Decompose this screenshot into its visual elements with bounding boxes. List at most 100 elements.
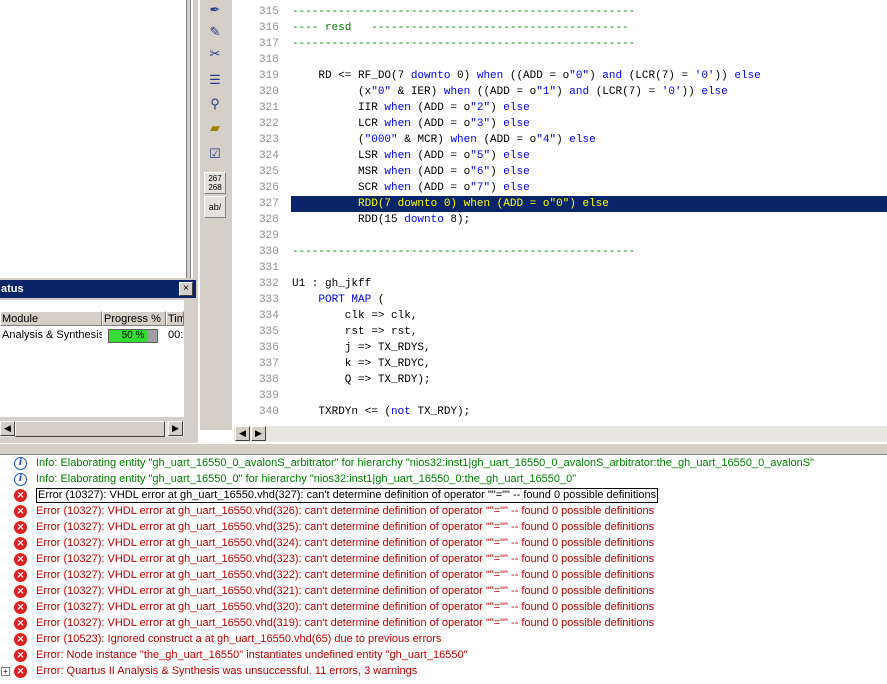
code-line[interactable]: 322 LCR when (ADD = o"3") else: [234, 116, 887, 132]
code-line[interactable]: 336 j => TX_RDYS,: [234, 340, 887, 356]
code-text: ("000" & MCR) when (ADD = o"4") else: [292, 134, 596, 146]
pane-splitter[interactable]: [190, 0, 193, 278]
tools-icon[interactable]: ✂: [204, 44, 226, 64]
code-line[interactable]: 323 ("000" & MCR) when (ADD = o"4") else: [234, 132, 887, 148]
info-message[interactable]: i Info: Elaborating entity "gh_uart_16550…: [0, 455, 887, 471]
status-time-cell: 00:: [168, 329, 184, 341]
error-icon: ✕: [14, 649, 27, 662]
code-line[interactable]: 316 ---- resd ---------------------------…: [234, 20, 887, 36]
code-line[interactable]: 337 k => TX_RDYC,: [234, 356, 887, 372]
error-message[interactable]: ✕ Error (10327): VHDL error at gh_uart_16…: [0, 487, 887, 503]
wrench-icon[interactable]: ✎: [204, 22, 226, 42]
scroll-thumb[interactable]: [15, 421, 165, 437]
code-line[interactable]: 321 IIR when (ADD = o"2") else: [234, 100, 887, 116]
code-line[interactable]: 326 SCR when (ADD = o"7") else: [234, 180, 887, 196]
code-line[interactable]: 320 (x"0" & IER) when ((ADD = o"1") and …: [234, 84, 887, 100]
error-icon: ✕: [14, 665, 27, 678]
message-text: Error (10327): VHDL error at gh_uart_165…: [36, 585, 655, 597]
error-message[interactable]: ✕ Error (10327): VHDL error at gh_uart_16…: [0, 583, 887, 599]
line-number: 331: [259, 262, 279, 274]
code-line[interactable]: 340 TXRDYn <= (not TX_RDY);: [234, 404, 887, 420]
column-header-module[interactable]: Module: [0, 311, 102, 326]
messages-window: i Info: Elaborating entity "gh_uart_16550…: [0, 455, 887, 684]
message-text: Error (10327): VHDL error at gh_uart_165…: [36, 505, 655, 517]
line-number: 340: [259, 406, 279, 418]
error-message[interactable]: ✕ Error (10327): VHDL error at gh_uart_16…: [0, 551, 887, 567]
code-text: j => TX_RDYS,: [292, 342, 431, 354]
column-header-progress[interactable]: Progress %: [102, 311, 166, 326]
error-message[interactable]: ✕ Error (10327): VHDL error at gh_uart_16…: [0, 615, 887, 631]
error-icon: ✕: [14, 537, 27, 550]
error-message[interactable]: ✕ Error (10327): VHDL error at gh_uart_16…: [0, 535, 887, 551]
line-numbers-button[interactable]: 267 268: [204, 172, 226, 194]
info-icon: i: [14, 457, 27, 470]
code-line[interactable]: 318: [234, 52, 887, 68]
code-text: RDD(7 downto 0) when (ADD = o"0") else: [292, 198, 609, 210]
code-line[interactable]: 324 LSR when (ADD = o"5") else: [234, 148, 887, 164]
scroll-right-icon[interactable]: ▶: [251, 426, 266, 441]
code-line[interactable]: 333 PORT MAP (: [234, 292, 887, 308]
code-line[interactable]: 334 clk => clk,: [234, 308, 887, 324]
code-line[interactable]: 331: [234, 260, 887, 276]
code-line[interactable]: 315 -------------------------------------…: [234, 4, 887, 20]
find-icon[interactable]: ✒: [204, 0, 226, 20]
indent-icon[interactable]: ☰: [204, 70, 226, 90]
error-message[interactable]: ✕ Error (10327): VHDL error at gh_uart_16…: [0, 503, 887, 519]
error-message[interactable]: + ✕ Error: Quartus II Analysis & Synthesis…: [0, 663, 887, 679]
attach-icon[interactable]: ⚲: [204, 94, 226, 114]
line-number: 336: [259, 342, 279, 354]
info-icon: i: [14, 473, 27, 486]
code-line[interactable]: 330 -------------------------------------…: [234, 244, 887, 260]
close-icon[interactable]: ×: [179, 282, 193, 296]
line-number: 322: [259, 118, 279, 130]
error-message[interactable]: ✕ Error (10523): Ignored construct a at g…: [0, 631, 887, 647]
code-line[interactable]: 329: [234, 228, 887, 244]
column-header-time[interactable]: Tim: [166, 311, 184, 326]
code-line[interactable]: 327 RDD(7 downto 0) when (ADD = o"0") el…: [234, 196, 887, 212]
error-message[interactable]: ✕ Error (10327): VHDL error at gh_uart_16…: [0, 567, 887, 583]
error-message[interactable]: ✕ Error (10327): VHDL error at gh_uart_16…: [0, 519, 887, 535]
error-icon: ✕: [14, 505, 27, 518]
code-line[interactable]: 325 MSR when (ADD = o"6") else: [234, 164, 887, 180]
error-message[interactable]: ✕ Error: Node instance "the_gh_uart_16550…: [0, 647, 887, 663]
line-number: 338: [259, 374, 279, 386]
line-number: 324: [259, 150, 279, 162]
code-text: ----------------------------------------…: [292, 38, 636, 50]
messages-splitter[interactable]: [0, 443, 887, 455]
code-text: (x"0" & IER) when ((ADD = o"1") and (LCR…: [292, 86, 728, 98]
expand-icon[interactable]: +: [1, 667, 10, 676]
find-replace-button[interactable]: ab/: [204, 196, 226, 218]
code-line[interactable]: 332 U1 : gh_jkff: [234, 276, 887, 292]
code-text: LCR when (ADD = o"3") else: [292, 118, 530, 130]
checklist-icon[interactable]: ☑: [204, 144, 226, 164]
left-pane: atus × Module Progress % Tim Analysis & …: [0, 0, 198, 455]
message-text: Info: Elaborating entity "gh_uart_16550_…: [36, 473, 577, 485]
status-horizontal-scrollbar[interactable]: ◀ ▶: [0, 421, 184, 437]
code-line[interactable]: 335 rst => rst,: [234, 324, 887, 340]
info-message[interactable]: i Info: Elaborating entity "gh_uart_16550…: [0, 471, 887, 487]
code-line[interactable]: 328 RDD(15 downto 8);: [234, 212, 887, 228]
bookmark-icon[interactable]: ▰: [204, 118, 226, 138]
code-line[interactable]: 338 Q => TX_RDY);: [234, 372, 887, 388]
error-icon: ✕: [14, 569, 27, 582]
code-text: RDD(15 downto 8);: [292, 214, 471, 226]
editor-horizontal-scrollbar[interactable]: ◀ ▶: [234, 426, 887, 442]
code-line[interactable]: 339: [234, 388, 887, 404]
code-editor[interactable]: 315 -------------------------------------…: [234, 0, 887, 425]
line-number: 320: [259, 86, 279, 98]
error-message[interactable]: ✕ Error (10327): VHDL error at gh_uart_16…: [0, 599, 887, 615]
status-window: atus × Module Progress % Tim Analysis & …: [0, 280, 196, 440]
code-line[interactable]: 319 RD <= RF_DO(7 downto 0) when ((ADD =…: [234, 68, 887, 84]
code-line[interactable]: 317 -------------------------------------…: [234, 36, 887, 52]
message-text: Error (10327): VHDL error at gh_uart_165…: [36, 569, 655, 581]
scroll-left-icon[interactable]: ◀: [235, 426, 250, 441]
status-title-bar[interactable]: atus ×: [0, 280, 196, 298]
code-text: U1 : gh_jkff: [292, 278, 372, 290]
line-number: 326: [259, 182, 279, 194]
code-text: clk => clk,: [292, 310, 418, 322]
line-number: 332: [259, 278, 279, 290]
line-number: 315: [259, 6, 279, 18]
scroll-left-icon[interactable]: ◀: [0, 421, 15, 436]
error-icon: ✕: [14, 617, 27, 630]
scroll-right-icon[interactable]: ▶: [168, 421, 183, 436]
